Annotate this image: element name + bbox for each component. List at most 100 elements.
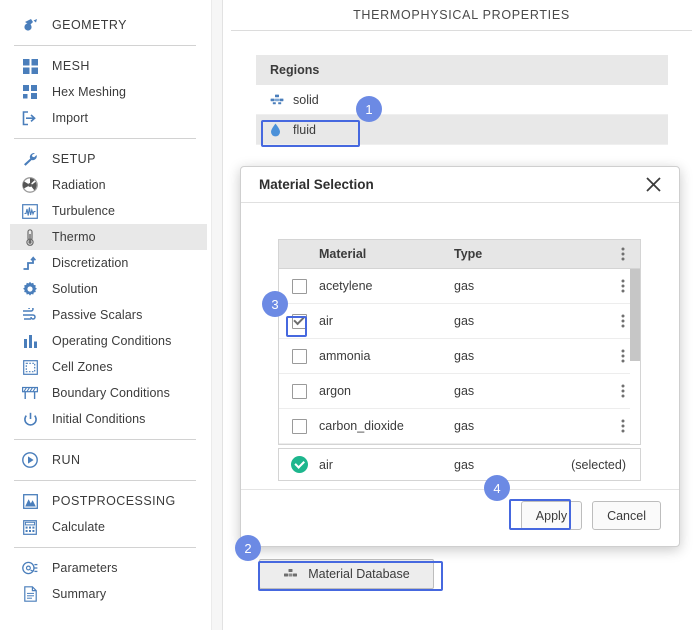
sidebar-item-geometry[interactable]: GEOMETRY [10,12,207,38]
material-list-scrollbar[interactable] [630,269,640,444]
sidebar-separator [14,138,196,139]
material-list-scrollbar-thumb[interactable] [630,269,640,361]
sidebar-item-parameters[interactable]: Parameters [10,555,207,581]
column-header-type: Type [454,247,483,261]
apply-button[interactable]: Apply [520,501,583,530]
dialog-titlebar: Material Selection [241,167,679,203]
sidebar-navigation: GEOMETRY MESH Hex Meshing Import SETUP Radiat… [0,0,210,630]
sidebar-item-label: GEOMETRY [52,18,127,32]
discretization-icon [20,254,40,272]
sidebar-item-label: Calculate [52,520,106,534]
thermometer-icon [20,228,40,246]
cell-type: gas [454,349,475,363]
wrench-icon [20,150,40,168]
document-icon [20,585,40,603]
selected-material-type: gas [454,457,475,472]
sidebar-item-cell-zones[interactable]: Cell Zones [10,354,207,380]
cancel-button[interactable]: Cancel [592,501,661,530]
region-row-solid[interactable]: solid [256,85,668,115]
sidebar-item-label: Summary [52,587,107,601]
sidebar-item-label: Initial Conditions [52,412,146,426]
table-row[interactable]: acetylene gas [279,269,640,304]
sidebar-item-turbulence[interactable]: Turbulence [10,198,207,224]
sidebar-item-solution[interactable]: Solution [10,276,207,302]
checkbox-air[interactable] [291,313,307,329]
regions-panel: Regions solid fluid [256,55,668,145]
row-checkbox-cell[interactable] [279,418,319,434]
selected-status-label: (selected) [571,457,626,472]
table-row[interactable]: ammonia gas [279,339,640,374]
sidebar-item-label: POSTPROCESSING [52,494,176,508]
sidebar-item-run[interactable]: RUN [10,447,207,473]
play-icon [20,451,40,469]
kebab-menu-icon[interactable] [606,247,640,261]
cell-zones-icon [20,358,40,376]
solid-stack-icon [270,94,286,105]
cell-material: carbon_dioxide [319,419,404,433]
dialog-actions: Apply Cancel [520,501,661,530]
checkbox-carbon_dioxide[interactable] [291,418,307,434]
sidebar-item-passive-scalars[interactable]: Passive Scalars [10,302,207,328]
table-row[interactable]: argon gas [279,374,640,409]
table-row[interactable]: air gas [279,304,640,339]
import-icon [20,109,40,127]
checkbox-argon[interactable] [291,383,307,399]
material-database-button[interactable]: Material Database [259,559,434,589]
selected-material-row: air gas (selected) [278,448,641,481]
sidebar-item-label: Import [52,111,89,125]
cell-type: gas [454,419,475,433]
geometry-icon [20,16,40,34]
cell-material: ammonia [319,349,371,363]
regions-list: solid fluid [256,85,668,145]
sidebar-item-import[interactable]: Import [10,105,207,131]
sidebar-item-label: RUN [52,453,81,467]
sidebar-item-label: Turbulence [52,204,116,218]
material-table-header: Material Type [278,239,641,269]
sidebar-item-label: Parameters [52,561,118,575]
sidebar-item-operating-conditions[interactable]: Operating Conditions [10,328,207,354]
sidebar-item-label: Passive Scalars [52,308,143,322]
row-checkbox-cell[interactable] [279,383,319,399]
sidebar-item-mesh[interactable]: MESH [10,53,207,79]
sidebar-item-label: Operating Conditions [52,334,172,348]
turbulence-icon [20,202,40,220]
checkbox-ammonia[interactable] [291,348,307,364]
cell-material: argon [319,384,351,398]
sidebar-item-initial-conditions[interactable]: Initial Conditions [10,406,207,432]
region-row-fluid[interactable]: fluid [256,115,668,145]
sidebar-item-postprocessing[interactable]: POSTPROCESSING [10,488,207,514]
sidebar-scrollbar[interactable] [211,0,222,630]
solid-stack-icon [283,568,298,580]
sidebar-separator [14,480,196,481]
sidebar-separator [14,439,196,440]
regions-panel-header: Regions [256,55,668,85]
sidebar-item-discretization[interactable]: Discretization [10,250,207,276]
dialog-footer-divider [241,489,679,490]
hex-meshing-icon [20,83,40,101]
sidebar-item-label: Thermo [52,230,96,244]
sidebar-item-calculate[interactable]: Calculate [10,514,207,540]
cell-type: gas [454,279,475,293]
cell-material: acetylene [319,279,373,293]
close-icon[interactable] [641,173,665,197]
sidebar-item-setup[interactable]: SETUP [10,146,207,172]
checkbox-acetylene[interactable] [291,278,307,294]
sidebar-item-label: Discretization [52,256,129,270]
region-row-label: fluid [293,122,316,137]
sidebar-item-label: SETUP [52,152,96,166]
row-checkbox-cell[interactable] [279,313,319,329]
calculator-icon [20,518,40,536]
mesh-grid-icon [20,57,40,75]
sidebar-item-thermo[interactable]: Thermo [10,224,207,250]
sidebar-item-radiation[interactable]: Radiation [10,172,207,198]
sidebar-item-summary[interactable]: Summary [10,581,207,607]
passive-scalars-icon [20,306,40,324]
sidebar-item-boundary-conditions[interactable]: Boundary Conditions [10,380,207,406]
row-checkbox-cell[interactable] [279,278,319,294]
row-checkbox-cell[interactable] [279,348,319,364]
table-row[interactable]: carbon_dioxide gas [279,409,640,444]
sidebar-item-hex-meshing[interactable]: Hex Meshing [10,79,207,105]
power-icon [20,410,40,428]
cell-type: gas [454,384,475,398]
step-badge-1: 1 [356,96,382,122]
